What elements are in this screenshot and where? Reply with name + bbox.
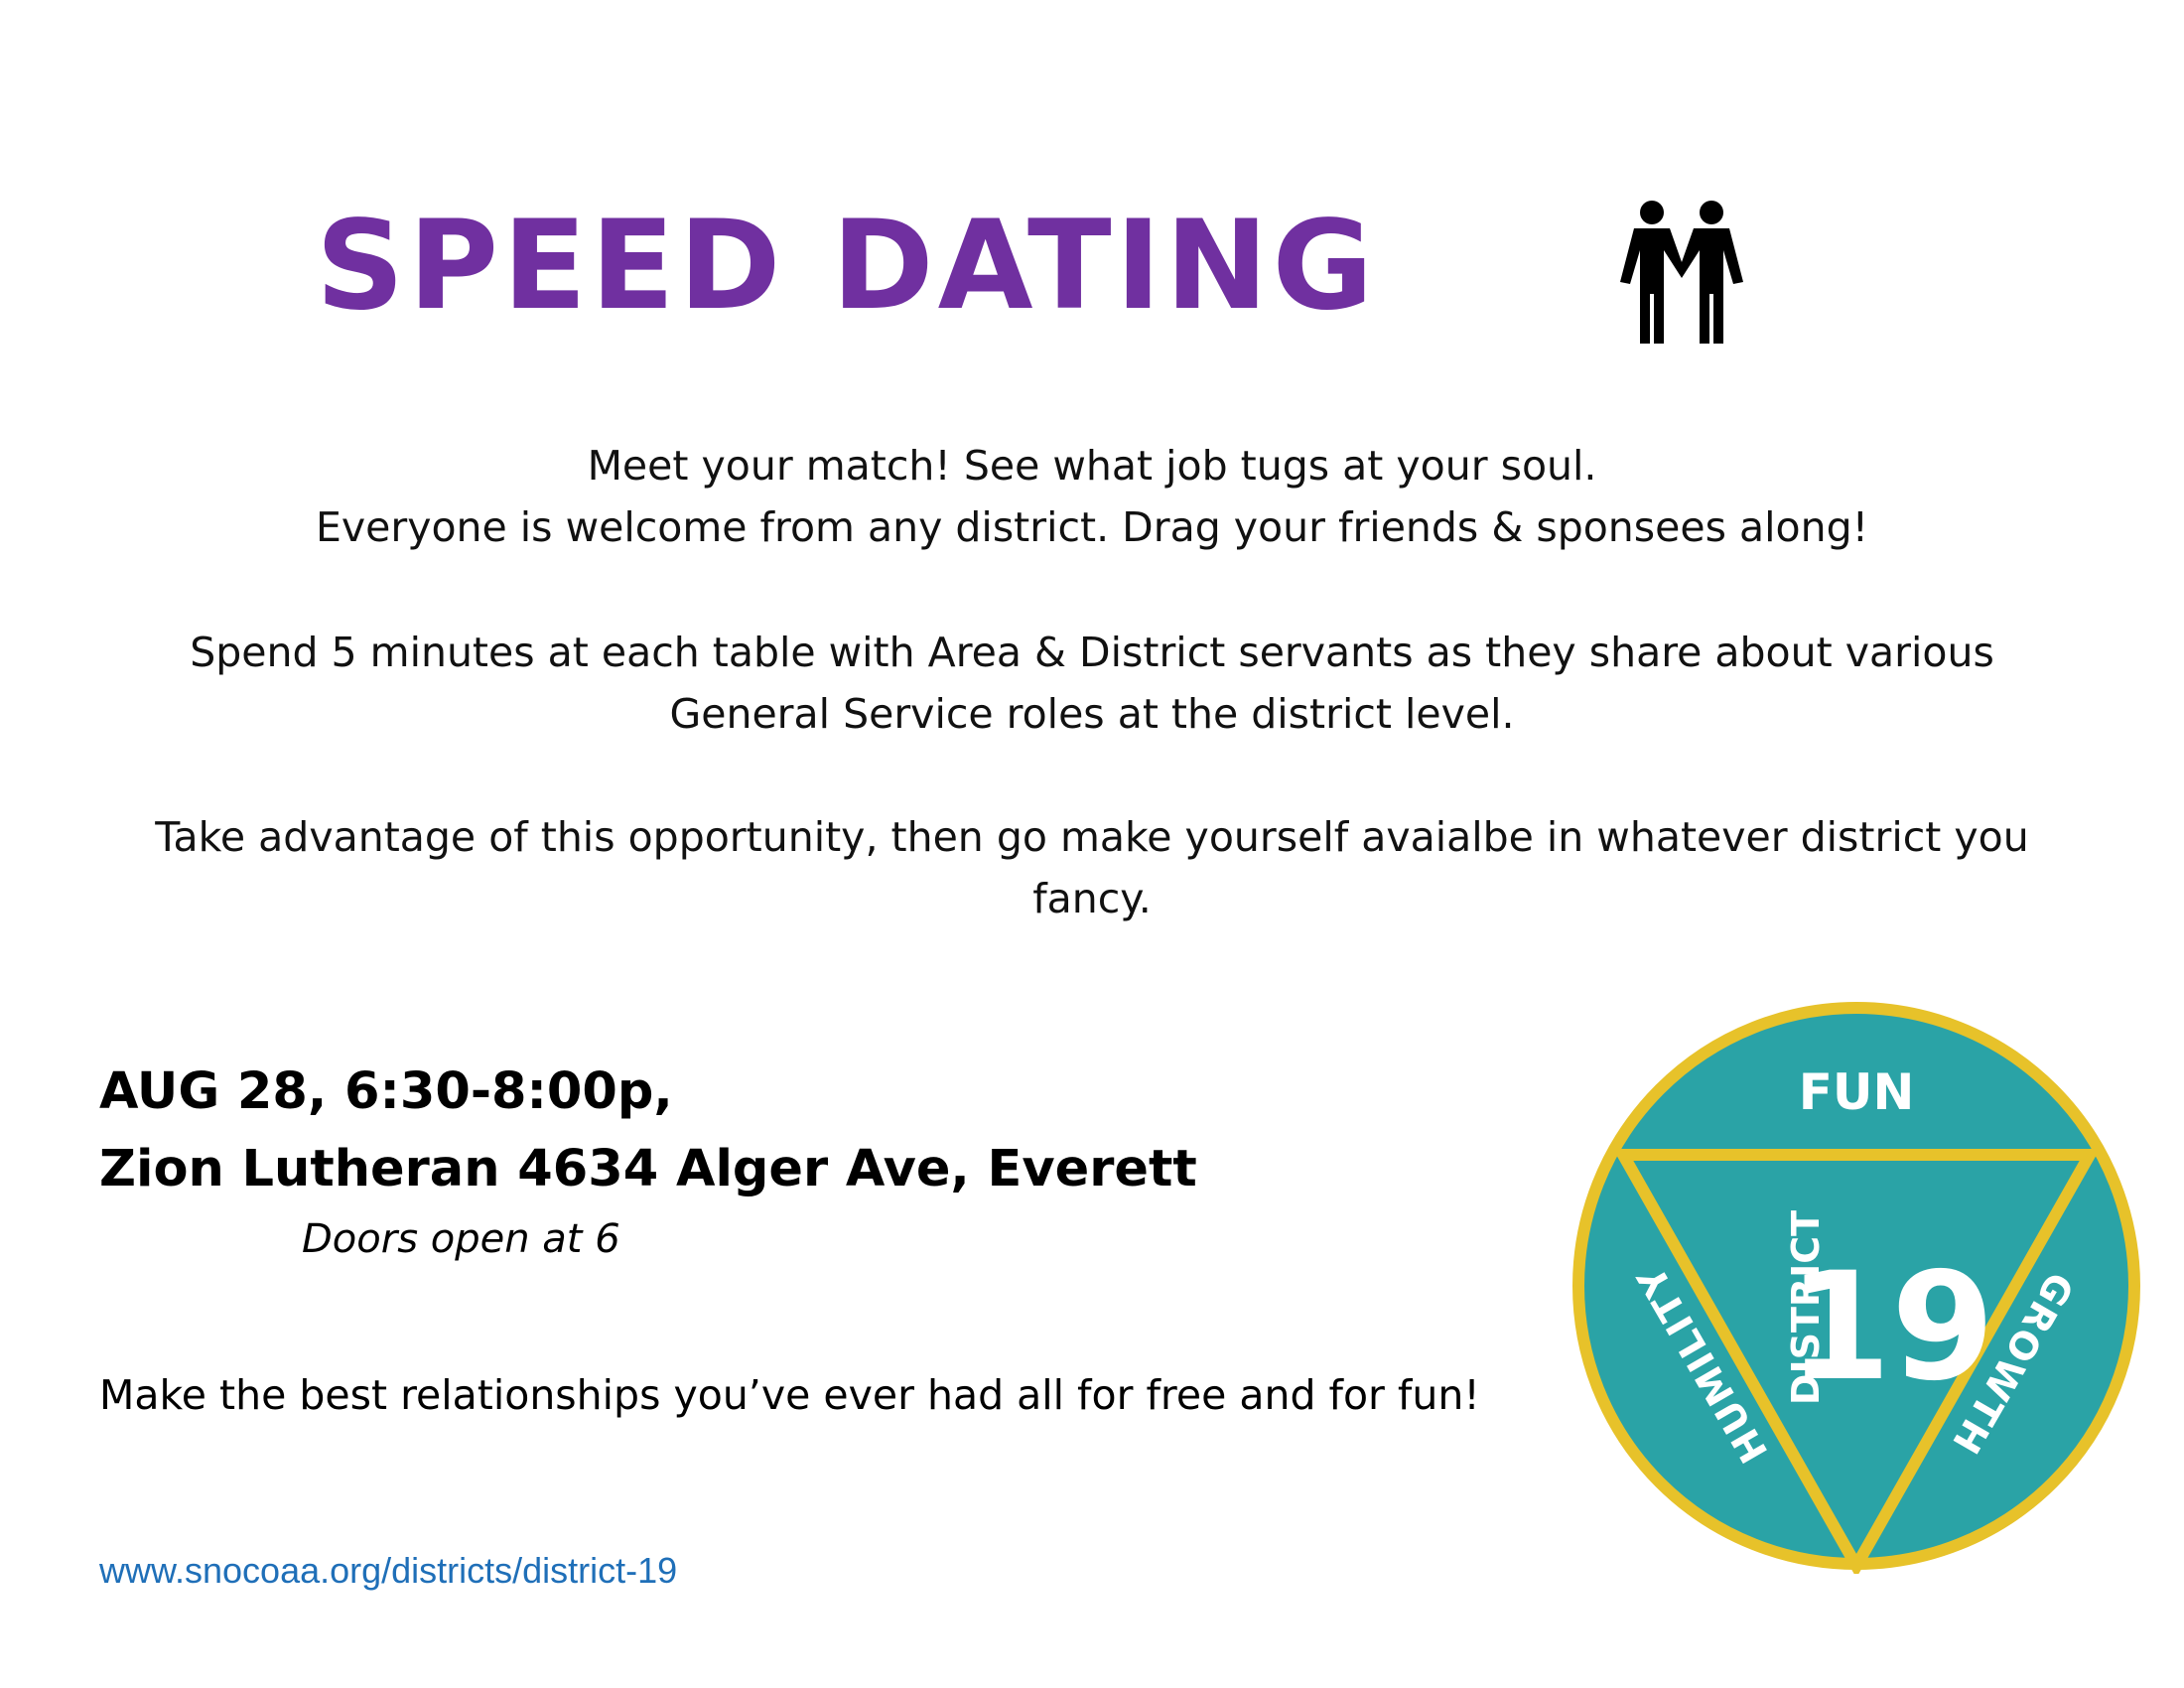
intro-line: Meet your match! See what job tugs at yo…	[587, 442, 1597, 490]
spend-text: Spend 5 minutes at each table with Area …	[0, 622, 2184, 745]
event-location: Zion Lutheran 4634 Alger Ave, Everett	[99, 1140, 1197, 1198]
two-men-holding-hands-icon	[1620, 201, 1743, 344]
intro-line: Everyone is welcome from any district. D…	[315, 503, 1869, 551]
website-link[interactable]: www.snocoaa.org/districts/district-19	[99, 1550, 677, 1592]
spend-line: General Service roles at the district le…	[669, 690, 1515, 738]
doors-open-note: Doors open at 6	[302, 1216, 620, 1262]
district-19-logo: FUN HUMILITY GROWTH DISTRICT 19	[1572, 1002, 2140, 1574]
intro-text: Meet your match! See what job tugs at yo…	[0, 435, 2184, 558]
logo-fun-word: FUN	[1799, 1063, 1915, 1121]
tagline: Make the best relationships you’ve ever …	[99, 1371, 1480, 1419]
page-title: SPEED DATING	[316, 195, 1378, 338]
spend-line: Spend 5 minutes at each table with Area …	[190, 629, 1994, 676]
logo-number: 19	[1788, 1241, 1995, 1414]
take-text: Take advantage of this opportunity, then…	[155, 813, 2029, 922]
event-date-time: AUG 28, 6:30-8:00p,	[99, 1062, 673, 1121]
